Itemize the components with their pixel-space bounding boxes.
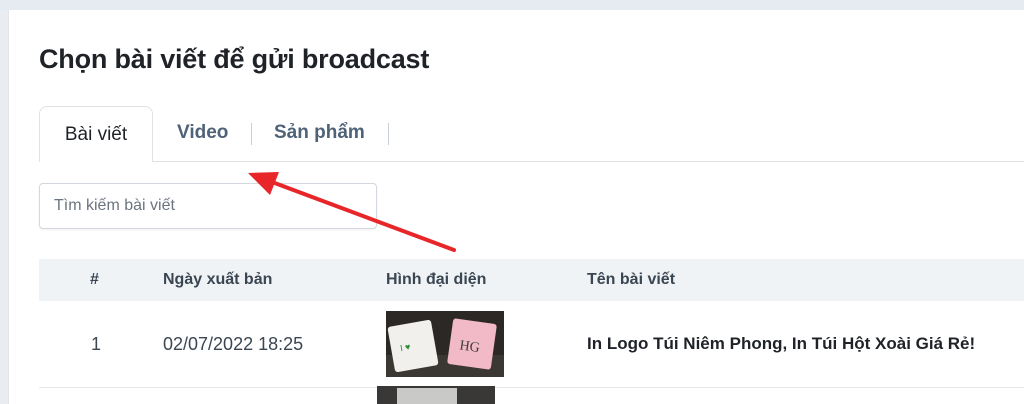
next-row-thumbnail [377,386,495,404]
tabs-divider [39,161,1024,162]
column-header-date: Ngày xuất bản [163,271,273,288]
tab-separator [251,123,252,145]
tab-separator [388,123,389,145]
row-date: 02/07/2022 18:25 [163,333,304,354]
row-index: 1 [91,333,102,354]
page-title: Chọn bài viết để gửi broadcast [39,44,430,74]
row-post-title[interactable]: In Logo Túi Niêm Phong, In Túi Hột Xoài … [587,301,975,387]
tab-video[interactable]: Video [177,118,228,148]
svg-text:I ♥: I ♥ [399,342,411,354]
svg-text:HG: HG [459,338,481,356]
broadcast-panel: Chọn bài viết để gửi broadcast Bài viết … [8,10,1024,404]
tab-posts[interactable]: Bài viết [39,106,153,162]
column-header-title: Tên bài viết [587,271,676,288]
column-header-index: # [90,271,99,288]
top-bar [0,0,1024,10]
tab-products[interactable]: Sản phẩm [274,118,365,148]
table-row[interactable]: 1 02/07/2022 18:25 I ♥ HG In Logo Túi Ni… [39,301,1024,388]
table-header: # Ngày xuất bản Hình đại diện Tên bài vi… [39,259,1024,301]
column-header-thumbnail: Hình đại diện [386,271,487,288]
post-thumbnail-image: I ♥ HG [386,311,504,377]
thumbnail-graphic: I ♥ HG [386,311,504,377]
search-input[interactable] [39,183,377,229]
